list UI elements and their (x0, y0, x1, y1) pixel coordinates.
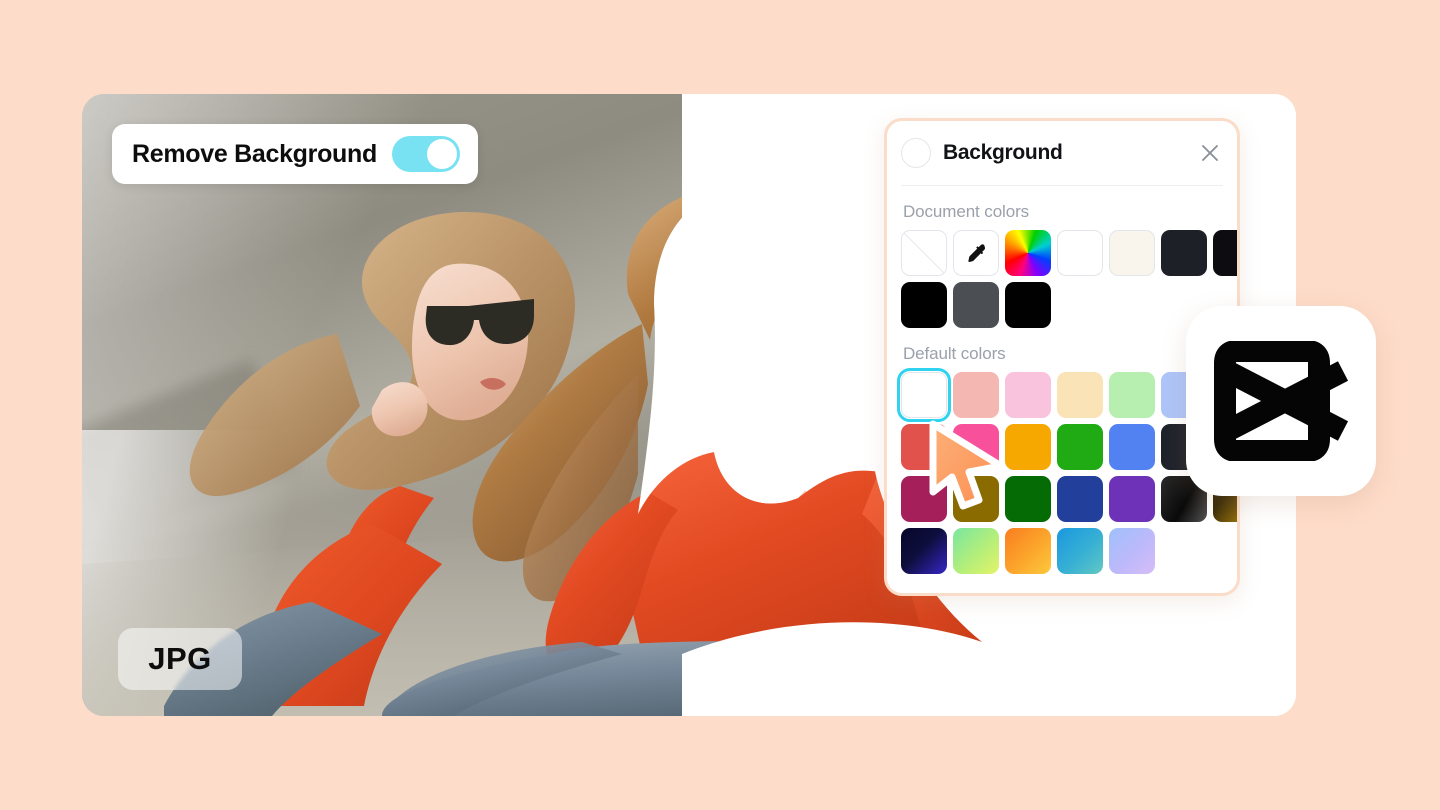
color-swatch-magenta[interactable] (901, 476, 947, 522)
color-swatch-gradient-blue-teal[interactable] (1057, 528, 1103, 574)
remove-background-toggle[interactable] (392, 136, 460, 172)
eyedropper-icon (968, 244, 986, 263)
color-swatch-white[interactable] (897, 368, 951, 422)
color-swatch-navy-blue[interactable] (1057, 476, 1103, 522)
panel-title: Background (943, 141, 1063, 164)
color-swatch-cream[interactable] (1109, 230, 1155, 276)
capcut-logo-card (1186, 306, 1376, 496)
color-swatch-light-green[interactable] (1109, 372, 1155, 418)
color-swatch-near-black[interactable] (1213, 230, 1237, 276)
color-swatch-gradient-orange-yellow[interactable] (1005, 528, 1051, 574)
file-format-label: JPG (148, 641, 212, 676)
color-swatch-dark-green[interactable] (1005, 476, 1051, 522)
color-swatch-gradient-green-yellow[interactable] (953, 528, 999, 574)
document-colors-grid[interactable] (887, 230, 1237, 328)
color-circle-icon[interactable] (901, 138, 931, 168)
color-swatch-red[interactable] (901, 424, 947, 470)
file-format-badge: JPG (118, 628, 242, 690)
color-swatch-eyedropper[interactable] (953, 230, 999, 276)
color-swatch-transparent[interactable] (901, 230, 947, 276)
color-swatch-green[interactable] (1057, 424, 1103, 470)
color-swatch-dark-gray[interactable] (953, 282, 999, 328)
toggle-knob-icon (427, 139, 457, 169)
document-colors-label: Document colors (903, 202, 1030, 221)
color-swatch-olive-gold[interactable] (953, 476, 999, 522)
color-swatch-white[interactable] (1057, 230, 1103, 276)
color-swatch-purple[interactable] (1109, 476, 1155, 522)
color-swatch-black[interactable] (901, 282, 947, 328)
default-colors-grid[interactable] (887, 368, 1237, 574)
panel-header: Background (887, 121, 1237, 185)
color-swatch-rainbow-picker[interactable] (1005, 230, 1051, 276)
close-icon[interactable] (1199, 142, 1221, 164)
color-swatch-light-pink[interactable] (1005, 372, 1051, 418)
remove-background-control[interactable]: Remove Background (112, 124, 478, 184)
color-swatch-light-peach[interactable] (1057, 372, 1103, 418)
color-swatch-dark-navy[interactable] (1161, 230, 1207, 276)
page-stage: Remove Background JPG Background Documen… (0, 0, 1440, 810)
color-swatch-hot-pink[interactable] (953, 424, 999, 470)
color-swatch-gradient-blue-lavender[interactable] (1109, 528, 1155, 574)
default-colors-label: Default colors (903, 344, 1006, 363)
color-swatch-pure-black[interactable] (1005, 282, 1051, 328)
color-swatch-light-salmon[interactable] (953, 372, 999, 418)
color-swatch-blue[interactable] (1109, 424, 1155, 470)
transparent-slash-icon (902, 231, 946, 275)
color-swatch-gradient-navy-indigo[interactable] (901, 528, 947, 574)
color-swatch-amber[interactable] (1005, 424, 1051, 470)
remove-background-label: Remove Background (132, 139, 377, 168)
capcut-logo-icon (1214, 341, 1349, 461)
